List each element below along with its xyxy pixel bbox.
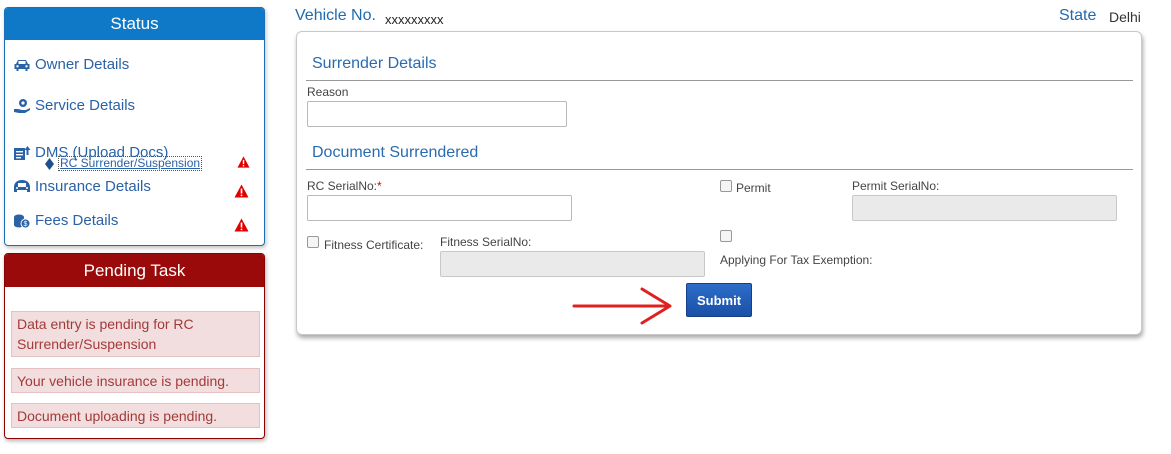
service-hand-icon — [13, 98, 31, 114]
tax-exemption-checkbox[interactable] — [720, 230, 732, 242]
rc-serial-input[interactable] — [307, 195, 572, 221]
fitness-certificate-checkbox[interactable] — [307, 236, 319, 248]
status-item-label: Owner Details — [35, 56, 130, 73]
pending-task-title: Pending Task — [5, 254, 264, 287]
status-panel: Status Owner Details Service Details RC … — [4, 7, 265, 246]
pending-task-item[interactable]: Data entry is pending for RC Surrender/S… — [11, 311, 260, 357]
pending-task-panel: Pending Task Data entry is pending for R… — [4, 253, 265, 439]
tax-exemption-label: Applying For Tax Exemption: — [720, 253, 873, 267]
section-divider — [306, 169, 1133, 170]
reason-label: Reason — [307, 85, 349, 99]
status-item-fees-details[interactable]: $ Fees Details — [13, 212, 118, 229]
status-item-service-details[interactable]: Service Details — [13, 97, 135, 114]
status-item-insurance-details[interactable]: Insurance Details — [13, 178, 151, 195]
fitness-serial-label: Fitness SerialNo: — [440, 235, 532, 249]
vehicle-no-label: Vehicle No. — [295, 7, 376, 24]
rc-serial-label-text: RC SerialNo: — [307, 179, 378, 193]
permit-serial-input[interactable] — [852, 195, 1117, 221]
insurance-car-icon — [13, 179, 31, 195]
permit-label: Permit — [736, 181, 771, 195]
section-divider — [306, 80, 1133, 81]
surrender-form-card: Surrender Details Reason Document Surren… — [296, 31, 1142, 335]
upload-docs-icon — [13, 145, 31, 161]
document-surrendered-title: Document Surrendered — [312, 144, 479, 161]
submit-button[interactable]: Submit — [686, 283, 752, 317]
status-item-label: Service Details — [35, 97, 136, 114]
state-label: State — [1059, 7, 1097, 24]
fitness-serial-input[interactable] — [440, 251, 705, 277]
warning-icon — [237, 156, 250, 168]
rc-serial-label: RC SerialNo:* — [307, 179, 382, 193]
status-panel-title: Status — [5, 8, 264, 40]
vehicle-no-value: xxxxxxxxx — [385, 12, 444, 27]
reason-input[interactable] — [307, 101, 567, 127]
fitness-certificate-label: Fitness Certificate: — [324, 238, 424, 252]
coins-icon: $ — [13, 213, 31, 229]
pending-task-item[interactable]: Your vehicle insurance is pending. — [11, 368, 260, 393]
status-item-dms-upload[interactable]: DMS (Upload Docs) — [13, 144, 168, 161]
permit-serial-label: Permit SerialNo: — [852, 179, 940, 193]
car-icon — [13, 57, 31, 73]
pending-task-item[interactable]: Document uploading is pending. — [11, 403, 260, 428]
permit-checkbox[interactable] — [720, 180, 732, 192]
warning-icon — [234, 184, 249, 198]
status-item-label: Insurance Details — [35, 178, 151, 195]
state-value: Delhi — [1109, 9, 1141, 25]
status-item-label: Fees Details — [35, 212, 119, 229]
pointer-arrow-icon — [572, 287, 672, 325]
warning-icon — [234, 218, 249, 232]
required-marker: * — [377, 179, 382, 193]
status-item-label: DMS (Upload Docs) — [35, 144, 169, 161]
surrender-details-title: Surrender Details — [312, 55, 437, 72]
status-item-owner-details[interactable]: Owner Details — [13, 56, 129, 73]
svg-text:$: $ — [24, 221, 28, 228]
